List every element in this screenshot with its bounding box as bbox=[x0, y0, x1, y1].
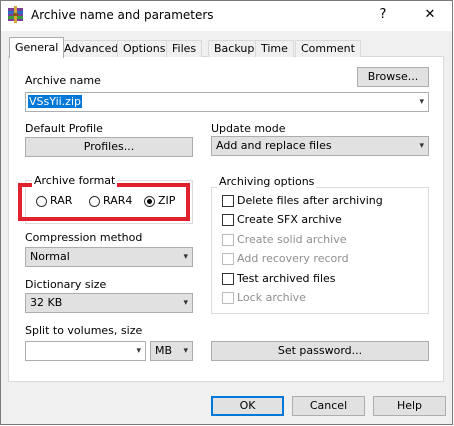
close-icon[interactable]: ✕ bbox=[418, 3, 442, 27]
compression-method-label: Compression method bbox=[25, 231, 143, 244]
split-volumes-label: Split to volumes, size bbox=[25, 324, 143, 337]
chevron-down-icon[interactable]: ▾ bbox=[419, 93, 424, 111]
rar4-radio-label[interactable]: RAR4 bbox=[103, 194, 132, 207]
chevron-down-icon: ▾ bbox=[419, 141, 424, 151]
profiles-button[interactable]: Profiles... bbox=[25, 137, 193, 157]
rar4-radio[interactable] bbox=[89, 196, 100, 207]
update-mode-select[interactable]: Add and replace files ▾ bbox=[211, 136, 429, 156]
add-recovery-label: Add recovery record bbox=[237, 252, 349, 265]
compression-method-value: Normal bbox=[30, 250, 70, 263]
rar-radio-label[interactable]: RAR bbox=[50, 194, 72, 207]
help-button[interactable]: Help bbox=[373, 396, 446, 416]
dictionary-size-value: 32 KB bbox=[30, 296, 63, 309]
test-archived-label[interactable]: Test archived files bbox=[237, 272, 336, 285]
lock-archive-label: Lock archive bbox=[237, 291, 306, 304]
window-title: Archive name and parameters bbox=[31, 8, 214, 22]
chevron-down-icon: ▾ bbox=[183, 346, 188, 356]
archive-name-value: VSsYii.zip bbox=[28, 95, 82, 108]
tab-files[interactable]: Files bbox=[166, 40, 203, 57]
help-title-button[interactable]: ? bbox=[371, 3, 395, 27]
archive-format-label: Archive format bbox=[32, 174, 118, 187]
tab-comment[interactable]: Comment bbox=[295, 40, 361, 57]
tab-options[interactable]: Options bbox=[117, 40, 172, 57]
chevron-down-icon: ▾ bbox=[183, 252, 188, 262]
split-volumes-input[interactable]: ▾ bbox=[25, 341, 146, 361]
tab-backup[interactable]: Backup bbox=[208, 40, 261, 57]
split-unit-select[interactable]: MB ▾ bbox=[150, 341, 193, 361]
dictionary-size-select[interactable]: 32 KB ▾ bbox=[25, 293, 193, 313]
delete-files-label[interactable]: Delete files after archiving bbox=[237, 194, 383, 207]
archive-name-label: Archive name bbox=[25, 74, 101, 87]
create-sfx-label[interactable]: Create SFX archive bbox=[237, 213, 342, 226]
split-unit-value: MB bbox=[155, 344, 173, 357]
winrar-archive-icon bbox=[7, 6, 24, 23]
tab-advanced[interactable]: Advanced bbox=[58, 40, 125, 57]
default-profile-label: Default Profile bbox=[25, 122, 103, 135]
tab-time[interactable]: Time bbox=[255, 40, 294, 57]
create-solid-label: Create solid archive bbox=[237, 233, 347, 246]
compression-method-select[interactable]: Normal ▾ bbox=[25, 247, 193, 267]
rar-radio[interactable] bbox=[36, 196, 47, 207]
chevron-down-icon[interactable]: ▾ bbox=[136, 342, 141, 360]
create-solid-checkbox bbox=[222, 234, 234, 246]
delete-files-checkbox[interactable] bbox=[222, 195, 234, 207]
tab-general[interactable]: General bbox=[9, 37, 65, 58]
add-recovery-checkbox bbox=[222, 253, 234, 265]
test-archived-checkbox[interactable] bbox=[222, 273, 234, 285]
create-sfx-checkbox[interactable] bbox=[222, 214, 234, 226]
archiving-options-label: Archiving options bbox=[217, 175, 317, 188]
update-mode-value: Add and replace files bbox=[216, 139, 332, 152]
browse-button[interactable]: Browse... bbox=[357, 67, 429, 87]
ok-button[interactable]: OK bbox=[211, 396, 284, 416]
cancel-button[interactable]: Cancel bbox=[292, 396, 365, 416]
dictionary-size-label: Dictionary size bbox=[25, 278, 107, 291]
set-password-button[interactable]: Set password... bbox=[211, 341, 429, 361]
lock-archive-checkbox bbox=[222, 292, 234, 304]
chevron-down-icon: ▾ bbox=[183, 298, 188, 308]
archive-name-input[interactable]: VSsYii.zip ▾ bbox=[25, 92, 429, 112]
zip-radio[interactable] bbox=[144, 196, 155, 207]
update-mode-label: Update mode bbox=[211, 122, 286, 135]
zip-radio-label[interactable]: ZIP bbox=[158, 194, 175, 207]
